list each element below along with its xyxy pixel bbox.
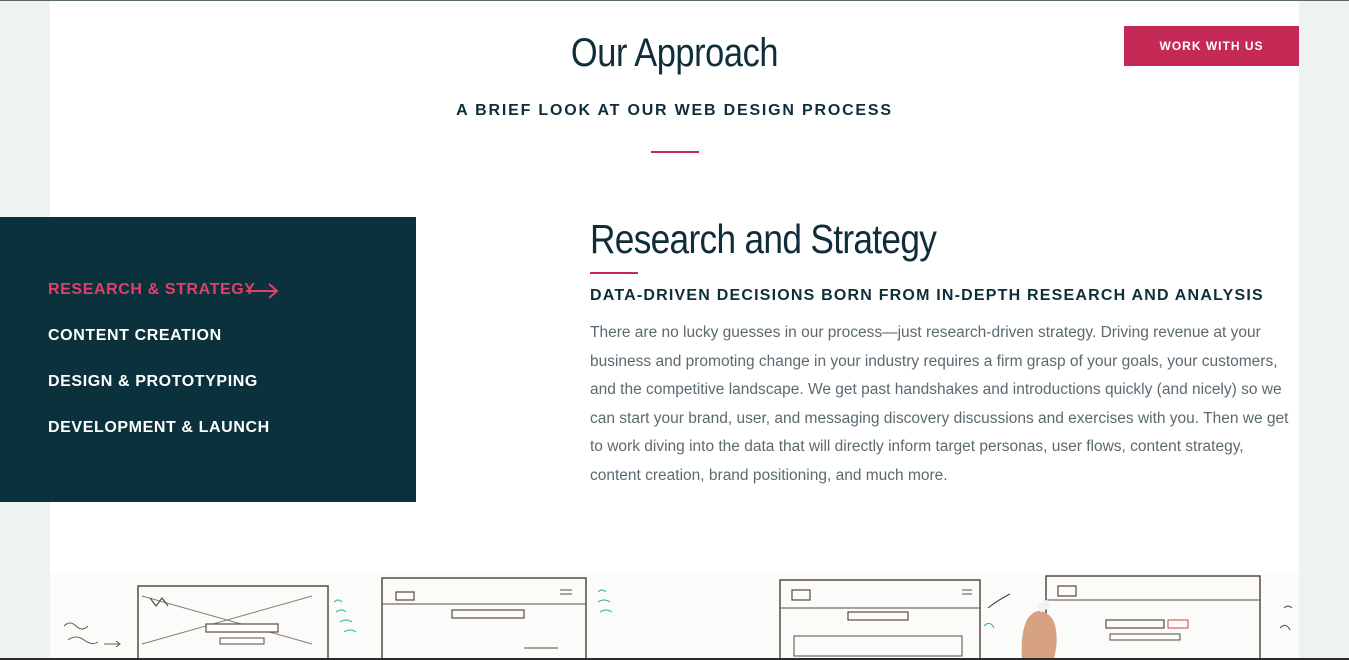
wireframe-sketch-image	[50, 574, 1299, 658]
process-nav-panel: RESEARCH & STRATEGY CONTENT CREATION DES…	[0, 217, 416, 502]
nav-item-design-prototyping[interactable]: DESIGN & PROTOTYPING	[48, 373, 258, 391]
nav-item-content-creation[interactable]: CONTENT CREATION	[48, 327, 222, 345]
nav-item-label: CONTENT CREATION	[48, 327, 222, 344]
nav-item-research-strategy[interactable]: RESEARCH & STRATEGY	[48, 281, 256, 299]
content-body: There are no lucky guesses in our proces…	[590, 324, 1289, 484]
nav-item-label: DESIGN & PROTOTYPING	[48, 373, 258, 390]
section-subtitle: A BRIEF LOOK AT OUR WEB DESIGN PROCESS	[456, 102, 893, 119]
content-divider	[590, 272, 638, 274]
nav-item-label: DEVELOPMENT & LAUNCH	[48, 419, 270, 436]
section-title: Our Approach	[570, 31, 779, 75]
content-title: Research and Strategy	[590, 216, 937, 262]
arrow-right-icon	[246, 283, 279, 299]
content-subtitle: DATA-DRIVEN DECISIONS BORN FROM IN-DEPTH…	[590, 287, 1264, 304]
nav-item-development-launch[interactable]: DEVELOPMENT & LAUNCH	[48, 419, 270, 437]
nav-item-label: RESEARCH & STRATEGY	[48, 281, 256, 298]
title-divider	[651, 151, 699, 153]
